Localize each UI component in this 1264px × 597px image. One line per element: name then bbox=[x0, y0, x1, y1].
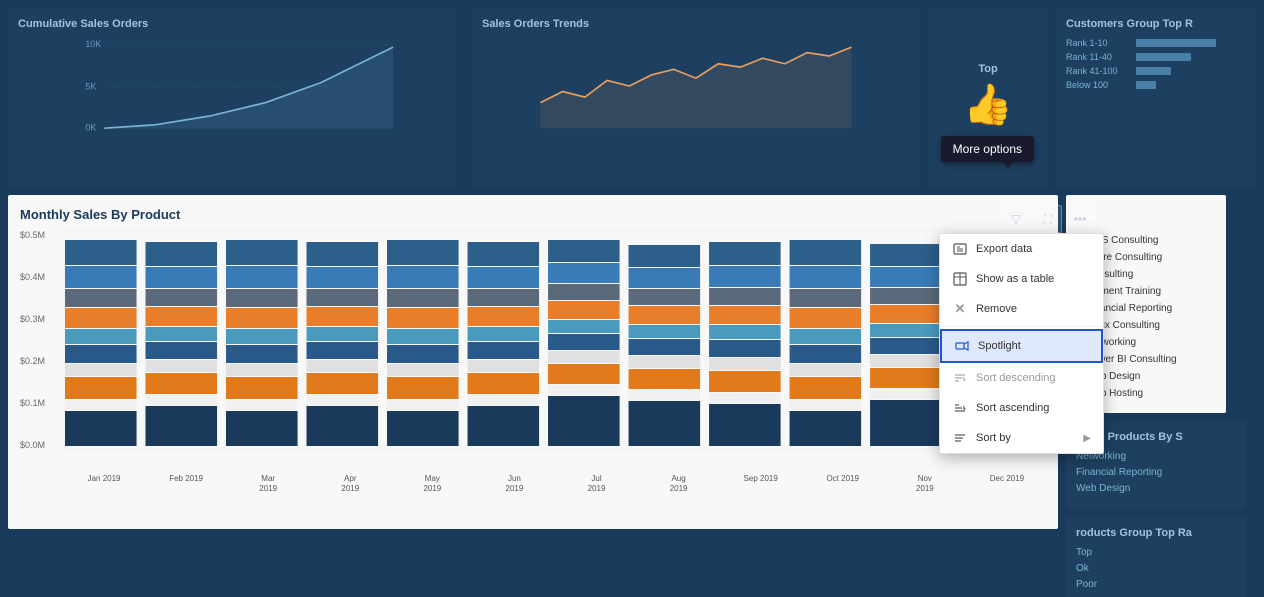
y-label-5: $0.1M bbox=[20, 398, 45, 408]
chart-area: $0.5M $0.4M $0.3M $0.2M $0.1M $0.0M bbox=[20, 230, 1046, 470]
sort-desc-icon bbox=[952, 370, 968, 386]
expand-button[interactable]: ⛶ bbox=[1034, 205, 1062, 233]
rank-label-2: Rank 11-40 bbox=[1066, 52, 1136, 62]
rank-bar-4 bbox=[1136, 81, 1156, 89]
filter-icon: ▽ bbox=[1011, 212, 1020, 226]
menu-label-sort-asc: Sort ascending bbox=[976, 402, 1049, 414]
cumulative-sales-svg: 10K 5K 0K Jan 2019 Apr 2019 Jul 2019 Oct… bbox=[18, 36, 446, 136]
menu-item-sort-asc[interactable]: Sort ascending bbox=[940, 393, 1103, 423]
rank-label-3: Rank 41-100 bbox=[1066, 66, 1136, 76]
rank-bar-3 bbox=[1136, 67, 1171, 75]
menu-item-remove[interactable]: ✕ Remove bbox=[940, 294, 1103, 324]
sales-trends-title: Sales Orders Trends bbox=[482, 18, 910, 30]
product-financial: Financial Reporting bbox=[1076, 467, 1236, 478]
y-label-4: $0.2M bbox=[20, 356, 45, 366]
cumulative-sales-title: Cumulative Sales Orders bbox=[18, 18, 446, 30]
thumbs-up-icon: 👍 bbox=[963, 81, 1013, 128]
sales-trends-chart: Sales Orders Trends bbox=[472, 8, 920, 187]
sort-by-icon bbox=[952, 430, 968, 446]
menu-item-show-table[interactable]: Show as a table bbox=[940, 264, 1103, 294]
chart-toolbar: ▽ ⛶ ••• bbox=[1002, 205, 1094, 233]
rank-row-1: Rank 1-10 bbox=[1066, 38, 1246, 48]
x-label-oct: Oct 2019 bbox=[804, 474, 882, 493]
monthly-sales-chart: Monthly Sales By Product $0.5M $0.4M $0.… bbox=[8, 195, 1058, 529]
rating-top: Top bbox=[1076, 547, 1236, 558]
context-menu: Export data Show as a table ✕ Remove Spo… bbox=[939, 233, 1104, 454]
x-label-jun: Jun2019 bbox=[475, 474, 553, 493]
x-label-feb: Feb 2019 bbox=[147, 474, 225, 493]
product-webdesign: Web Design bbox=[1076, 483, 1236, 494]
svg-text:Apr 2019: Apr 2019 bbox=[165, 135, 197, 136]
x-label-sep: Sep 2019 bbox=[722, 474, 800, 493]
rating-ok: Ok bbox=[1076, 563, 1236, 574]
menu-label-spotlight: Spotlight bbox=[978, 340, 1021, 352]
more-options-button[interactable]: ••• bbox=[1066, 205, 1094, 233]
svg-text:Jul 2019: Jul 2019 bbox=[241, 135, 270, 136]
svg-text:Oct 2019: Oct 2019 bbox=[312, 135, 344, 136]
menu-item-spotlight[interactable]: Spotlight bbox=[940, 329, 1103, 363]
menu-item-sort-desc[interactable]: Sort descending bbox=[940, 363, 1103, 393]
rating-poor: Poor bbox=[1076, 579, 1236, 590]
x-label-may: May2019 bbox=[393, 474, 471, 493]
customers-group-chart: Customers Group Top R Rank 1-10 Rank 11-… bbox=[1056, 8, 1256, 187]
svg-text:0K: 0K bbox=[85, 122, 96, 132]
y-label-1: $0.5M bbox=[20, 230, 45, 240]
monthly-chart-title: Monthly Sales By Product bbox=[20, 207, 1046, 222]
rank-bar-2 bbox=[1136, 53, 1191, 61]
y-label-3: $0.3M bbox=[20, 314, 45, 324]
sales-trends-svg bbox=[482, 36, 910, 136]
menu-divider bbox=[940, 326, 1103, 327]
menu-label-sort-by: Sort by bbox=[976, 432, 1011, 444]
thumbs-up-label: Top bbox=[978, 63, 997, 75]
x-label-jan: Jan 2019 bbox=[65, 474, 143, 493]
menu-item-export[interactable]: Export data bbox=[940, 234, 1103, 264]
expand-icon: ⛶ bbox=[1044, 212, 1052, 227]
products-group-panel: roducts Group Top Ra Top Ok Poor bbox=[1066, 517, 1246, 597]
menu-label-export: Export data bbox=[976, 243, 1032, 255]
menu-label-remove: Remove bbox=[976, 303, 1017, 315]
y-label-6: $0.0M bbox=[20, 440, 45, 450]
products-group-title: roducts Group Top Ra bbox=[1076, 527, 1236, 539]
svg-text:5K: 5K bbox=[85, 81, 96, 91]
rank-label-4: Below 100 bbox=[1066, 80, 1136, 90]
x-label-aug: Aug2019 bbox=[640, 474, 718, 493]
y-label-2: $0.4M bbox=[20, 272, 45, 282]
rank-row-3: Rank 41-100 bbox=[1066, 66, 1246, 76]
x-label-dec: Dec 2019 bbox=[968, 474, 1046, 493]
filter-button[interactable]: ▽ bbox=[1002, 205, 1030, 233]
bars-svg bbox=[62, 230, 1046, 450]
cumulative-sales-chart: Cumulative Sales Orders 10K 5K 0K Jan 20… bbox=[8, 8, 456, 187]
x-label-apr: Apr2019 bbox=[311, 474, 389, 493]
svg-text:10K: 10K bbox=[85, 39, 101, 49]
x-label-jul: Jul2019 bbox=[557, 474, 635, 493]
x-label-mar: Mar2019 bbox=[229, 474, 307, 493]
rank-bar-1 bbox=[1136, 39, 1216, 47]
customers-group-title: Customers Group Top R bbox=[1066, 18, 1246, 30]
export-icon bbox=[952, 241, 968, 257]
more-options-tooltip: More options bbox=[941, 136, 1034, 162]
menu-item-sort-by[interactable]: Sort by ▶ bbox=[940, 423, 1103, 453]
rank-label-1: Rank 1-10 bbox=[1066, 38, 1136, 48]
menu-label-show-table: Show as a table bbox=[976, 273, 1054, 285]
table-icon bbox=[952, 271, 968, 287]
more-options-icon: ••• bbox=[1074, 212, 1087, 226]
x-label-nov: Nov2019 bbox=[886, 474, 964, 493]
menu-label-sort-desc: Sort descending bbox=[976, 372, 1056, 384]
y-axis: $0.5M $0.4M $0.3M $0.2M $0.1M $0.0M bbox=[20, 230, 49, 450]
rank-row-4: Below 100 bbox=[1066, 80, 1246, 90]
top-area: Cumulative Sales Orders 10K 5K 0K Jan 20… bbox=[0, 0, 1264, 195]
x-axis-labels: Jan 2019 Feb 2019 Mar2019 Apr2019 May201… bbox=[20, 474, 1046, 493]
svg-text:Jan 2019: Jan 2019 bbox=[96, 135, 128, 136]
remove-icon: ✕ bbox=[952, 301, 968, 317]
sort-asc-icon bbox=[952, 400, 968, 416]
rank-row-2: Rank 11-40 bbox=[1066, 52, 1246, 62]
tooltip-text: More options bbox=[953, 142, 1022, 156]
sort-by-arrow: ▶ bbox=[1083, 433, 1091, 444]
spotlight-icon bbox=[954, 338, 970, 354]
